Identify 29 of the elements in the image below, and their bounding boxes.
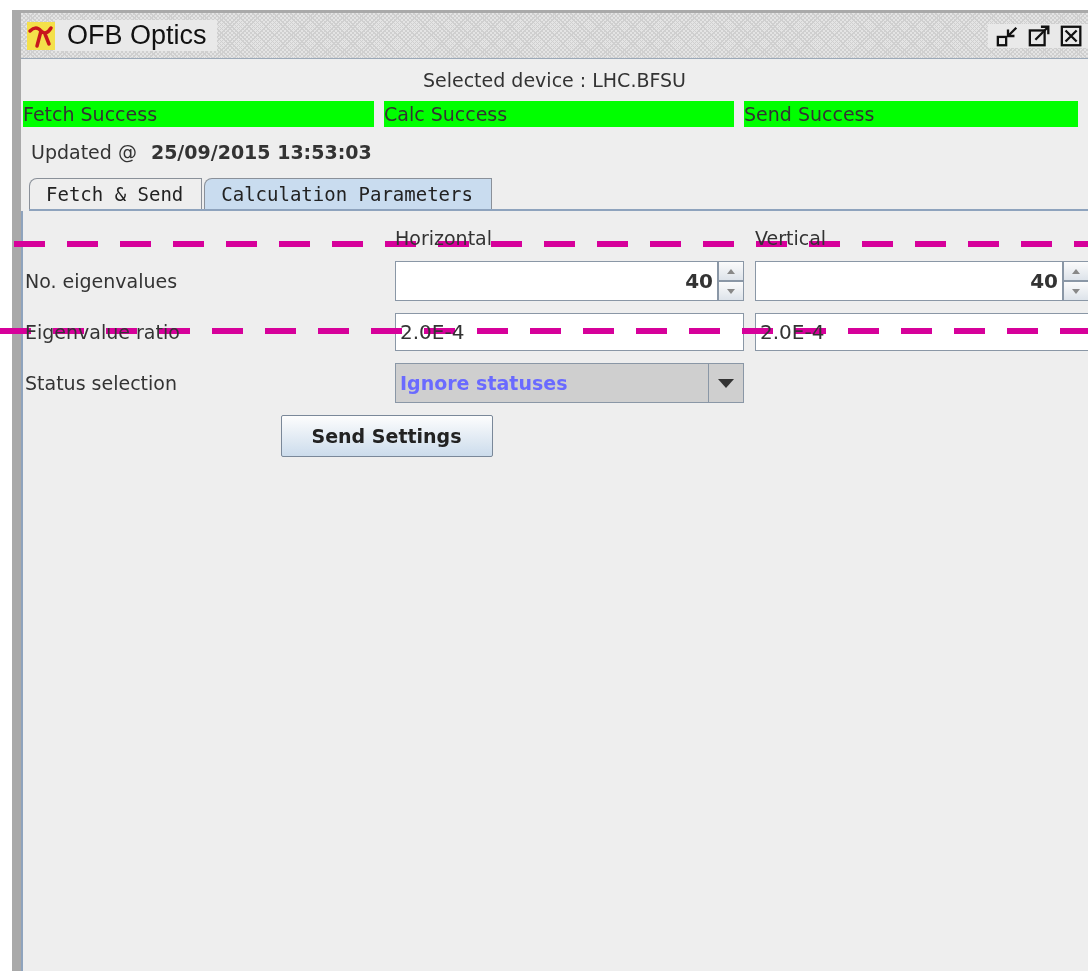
tab[interactable]: Calculation Parameters xyxy=(204,178,492,209)
down-arrow-icon xyxy=(727,288,735,294)
timestamp: 25/09/2015 13:53:03 xyxy=(150,141,372,163)
up-arrow-icon xyxy=(1072,268,1080,274)
app-icon xyxy=(27,21,55,50)
status-indicator: Fetch Success xyxy=(23,101,374,127)
increment-button[interactable] xyxy=(718,261,744,281)
increment-button[interactable] xyxy=(1063,261,1088,281)
up-arrow-icon xyxy=(727,268,735,274)
updated-label: Updated @ xyxy=(31,141,137,163)
tab[interactable]: Fetch & Send xyxy=(29,178,203,209)
number-field[interactable]: 40 xyxy=(755,261,1063,301)
input-field[interactable]: 2.0E-4 xyxy=(395,313,744,351)
status-indicator: Calc Success xyxy=(384,101,734,127)
down-arrow-icon xyxy=(1072,288,1080,294)
caret-icon xyxy=(718,378,734,388)
window-title: OFB Optics xyxy=(55,20,217,51)
number-field[interactable]: 40 xyxy=(395,261,718,301)
status-indicator: Send Success xyxy=(744,101,1078,127)
send-settings-button[interactable]: Send Settings xyxy=(280,415,493,457)
field-label: No. eigenvalues xyxy=(25,270,178,292)
field-label: Eigenvalue ratio xyxy=(25,321,180,343)
column-header: Horizontal xyxy=(395,227,492,249)
field-label: Status selection xyxy=(25,372,177,394)
maximize-icon[interactable] xyxy=(1028,23,1052,48)
decrement-button[interactable] xyxy=(1063,281,1088,301)
close-icon[interactable] xyxy=(1060,23,1084,48)
selected-device-label: Selected device : LHC.BFSU xyxy=(422,69,687,91)
decrement-button[interactable] xyxy=(718,281,744,301)
